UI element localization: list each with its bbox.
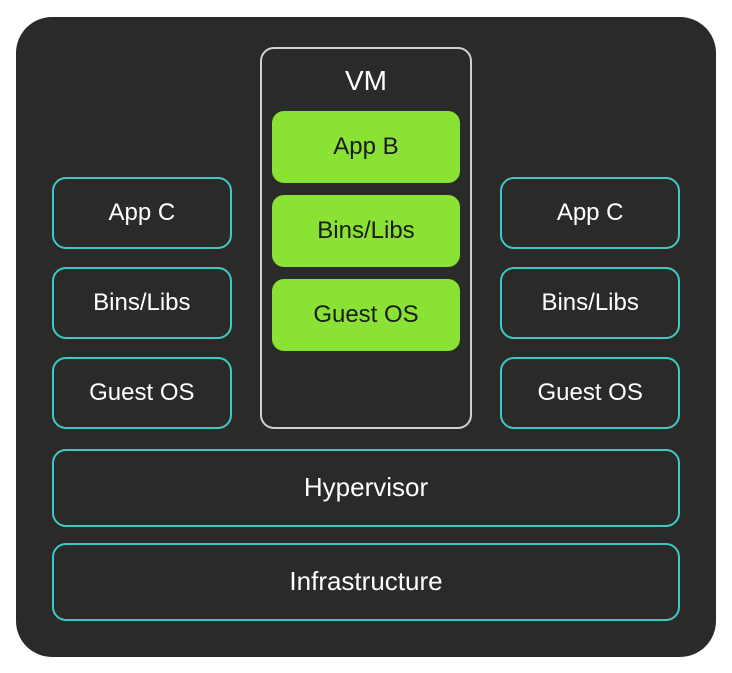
vm-columns: App C Bins/Libs Guest OS VM App B Bins/L… bbox=[52, 47, 680, 429]
vm-column-left: App C Bins/Libs Guest OS bbox=[52, 47, 232, 429]
hypervisor-layer: Hypervisor bbox=[52, 449, 680, 527]
infrastructure-layer: Infrastructure bbox=[52, 543, 680, 621]
guest-os-box-right: Guest OS bbox=[500, 357, 680, 429]
bottom-layers: Hypervisor Infrastructure bbox=[52, 449, 680, 621]
vm-column-center: VM App B Bins/Libs Guest OS bbox=[260, 47, 473, 429]
bins-libs-box-left: Bins/Libs bbox=[52, 267, 232, 339]
vm-architecture-diagram: App C Bins/Libs Guest OS VM App B Bins/L… bbox=[16, 17, 716, 657]
vm-column-right: App C Bins/Libs Guest OS bbox=[500, 47, 680, 429]
app-box-left: App C bbox=[52, 177, 232, 249]
app-box-center: App B bbox=[272, 111, 461, 183]
guest-os-box-left: Guest OS bbox=[52, 357, 232, 429]
guest-os-box-center: Guest OS bbox=[272, 279, 461, 351]
bins-libs-box-right: Bins/Libs bbox=[500, 267, 680, 339]
vm-title: VM bbox=[272, 59, 461, 99]
bins-libs-box-center: Bins/Libs bbox=[272, 195, 461, 267]
app-box-right: App C bbox=[500, 177, 680, 249]
